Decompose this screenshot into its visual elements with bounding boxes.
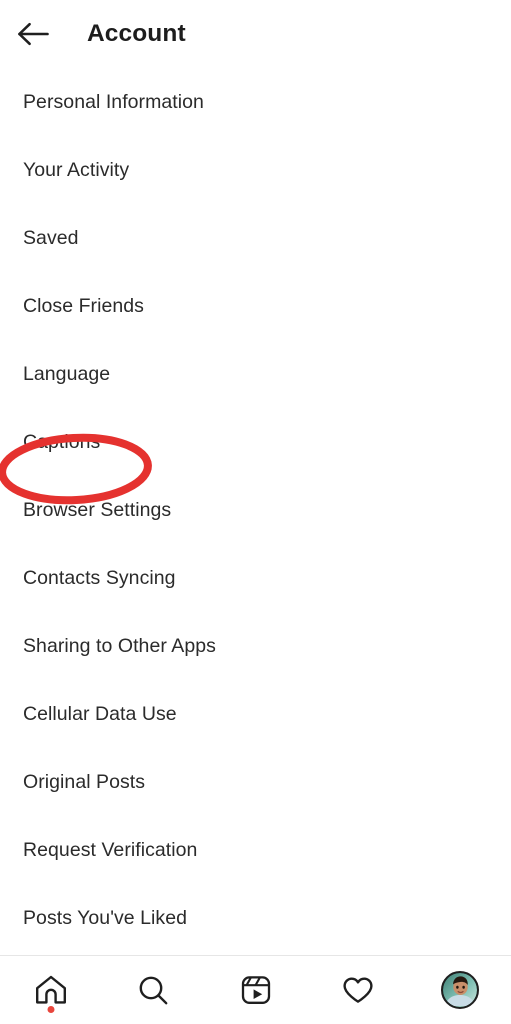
list-item-sharing-to-other-apps[interactable]: Sharing to Other Apps [0, 612, 511, 680]
back-button[interactable] [6, 7, 60, 61]
list-item-label: Language [23, 362, 111, 385]
nav-item-profile[interactable] [409, 956, 511, 1024]
list-item-posts-youve-liked[interactable]: Posts You've Liked [0, 884, 511, 952]
search-icon [139, 976, 168, 1005]
home-notification-badge [47, 1006, 55, 1013]
header-bar: Account [0, 0, 511, 68]
list-item-personal-information[interactable]: Personal Information [0, 68, 511, 136]
list-item-label: Saved [23, 226, 79, 249]
avatar-portrait-icon [442, 973, 477, 1007]
nav-item-activity[interactable] [307, 956, 409, 1024]
list-item-browser-settings[interactable]: Browser Settings [0, 476, 511, 544]
list-item-label: Cellular Data Use [23, 702, 177, 725]
list-item-saved[interactable]: Saved [0, 204, 511, 272]
list-item-cellular-data-use[interactable]: Cellular Data Use [0, 680, 511, 748]
list-item-request-verification[interactable]: Request Verification [0, 816, 511, 884]
heart-icon [343, 977, 373, 1003]
list-item-label: Captions [23, 430, 101, 453]
list-item-label: Your Activity [23, 158, 130, 181]
arrow-left-icon [18, 22, 49, 46]
list-item-label: Close Friends [23, 294, 144, 317]
list-item-contacts-syncing[interactable]: Contacts Syncing [0, 544, 511, 612]
list-item-label: Sharing to Other Apps [23, 634, 216, 657]
settings-list[interactable]: Personal Information Your Activity Saved… [0, 68, 511, 956]
reels-icon [241, 976, 270, 1004]
list-item-your-activity[interactable]: Your Activity [0, 136, 511, 204]
list-item-label: Personal Information [23, 90, 204, 113]
list-item-close-friends[interactable]: Close Friends [0, 272, 511, 340]
home-icon [36, 975, 67, 1004]
list-item-label: Posts You've Liked [23, 906, 187, 929]
bottom-navigation-bar [0, 956, 511, 1024]
nav-item-search[interactable] [102, 956, 204, 1024]
avatar [440, 971, 479, 1009]
list-item-label: Request Verification [23, 838, 198, 861]
list-item-captions[interactable]: Captions [0, 408, 511, 476]
avatar-photo [442, 973, 477, 1007]
list-item-label: Contacts Syncing [23, 566, 176, 589]
nav-item-reels[interactable] [204, 956, 306, 1024]
list-item-label: Browser Settings [23, 498, 172, 521]
nav-item-home[interactable] [0, 956, 102, 1024]
instagram-account-settings-screen: Account Personal Information Your Activi… [0, 0, 511, 1024]
list-item-language[interactable]: Language [0, 340, 511, 408]
list-item-original-posts[interactable]: Original Posts [0, 748, 511, 816]
list-item-label: Original Posts [23, 770, 146, 793]
page-title: Account [87, 20, 186, 47]
